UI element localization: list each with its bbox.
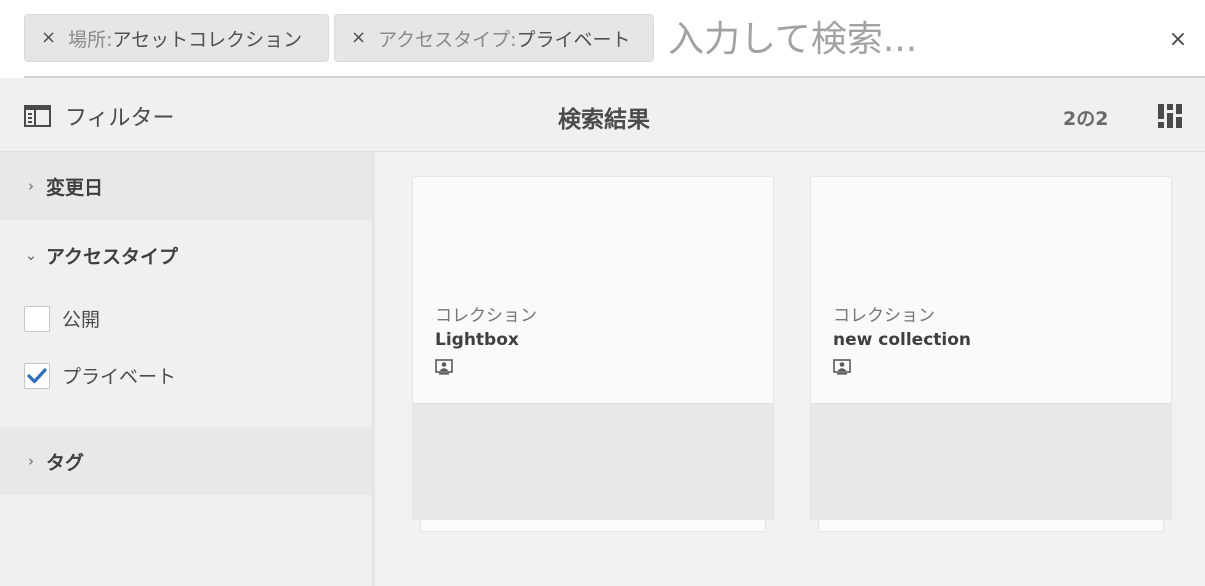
card-title: Lightbox bbox=[435, 330, 519, 350]
filter-section-label: 変更日 bbox=[46, 176, 104, 199]
toolbar: フィルター 検索結果 2の2 bbox=[0, 78, 1205, 152]
chevron-down-icon: ⌄ bbox=[24, 246, 38, 264]
card-info: コレクション Lightbox bbox=[413, 177, 773, 403]
filter-section-access-type[interactable]: ⌄ アクセスタイプ bbox=[0, 221, 372, 289]
result-count: 2の2 bbox=[1063, 108, 1109, 130]
private-collection-icon bbox=[833, 359, 851, 375]
card-type: コレクション bbox=[833, 306, 935, 326]
omnisearch-bar: × 場所: アセットコレクション × アクセスタイプ: プライベート × bbox=[0, 0, 1205, 78]
page-title: 検索結果 bbox=[558, 107, 650, 133]
card-title: new collection bbox=[833, 330, 972, 350]
checkbox[interactable] bbox=[24, 305, 50, 332]
filter-section-label: アクセスタイプ bbox=[46, 245, 179, 268]
checkbox-public[interactable]: 公開 bbox=[24, 305, 100, 332]
search-tag-access-type[interactable]: × アクセスタイプ: プライベート bbox=[334, 14, 654, 62]
filter-section-modified-date[interactable]: › 変更日 bbox=[0, 152, 372, 220]
filter-label: フィルター bbox=[65, 106, 175, 131]
tag-key: アクセスタイプ: bbox=[378, 28, 517, 51]
collection-card[interactable]: コレクション Lightbox bbox=[412, 176, 774, 520]
checkmark-icon bbox=[27, 367, 47, 383]
remove-tag-icon[interactable]: × bbox=[351, 29, 366, 47]
private-collection-icon bbox=[435, 359, 453, 375]
tag-value: プライベート bbox=[516, 28, 631, 51]
card-type: コレクション bbox=[435, 306, 537, 326]
card-thumbnail bbox=[413, 403, 773, 520]
clear-search-button[interactable]: × bbox=[1166, 28, 1190, 52]
sidebar-panel-icon bbox=[24, 105, 51, 127]
tag-key: 場所: bbox=[68, 28, 113, 51]
chevron-right-icon: › bbox=[28, 452, 34, 470]
search-tag-location[interactable]: × 場所: アセットコレクション bbox=[24, 14, 329, 62]
remove-tag-icon[interactable]: × bbox=[41, 29, 56, 47]
search-input[interactable] bbox=[668, 10, 1138, 68]
card-view-icon[interactable] bbox=[1157, 103, 1183, 129]
tag-value: アセットコレクション bbox=[112, 28, 303, 51]
checkbox-label: 公開 bbox=[62, 309, 101, 331]
filter-section-label: タグ bbox=[46, 451, 85, 474]
checkbox[interactable] bbox=[24, 362, 50, 389]
collection-card[interactable]: コレクション new collection bbox=[810, 176, 1172, 520]
card-stack-edge bbox=[818, 520, 1164, 532]
filter-section-tags[interactable]: › タグ bbox=[0, 427, 372, 495]
checkbox-private[interactable]: プライベート bbox=[24, 362, 176, 389]
card-info: コレクション new collection bbox=[811, 177, 1171, 403]
checkbox-label: プライベート bbox=[62, 366, 177, 388]
card-stack-edge bbox=[420, 520, 766, 532]
card-thumbnail bbox=[811, 403, 1171, 520]
chevron-right-icon: › bbox=[28, 177, 34, 195]
filter-toggle-button[interactable]: フィルター bbox=[24, 100, 175, 132]
